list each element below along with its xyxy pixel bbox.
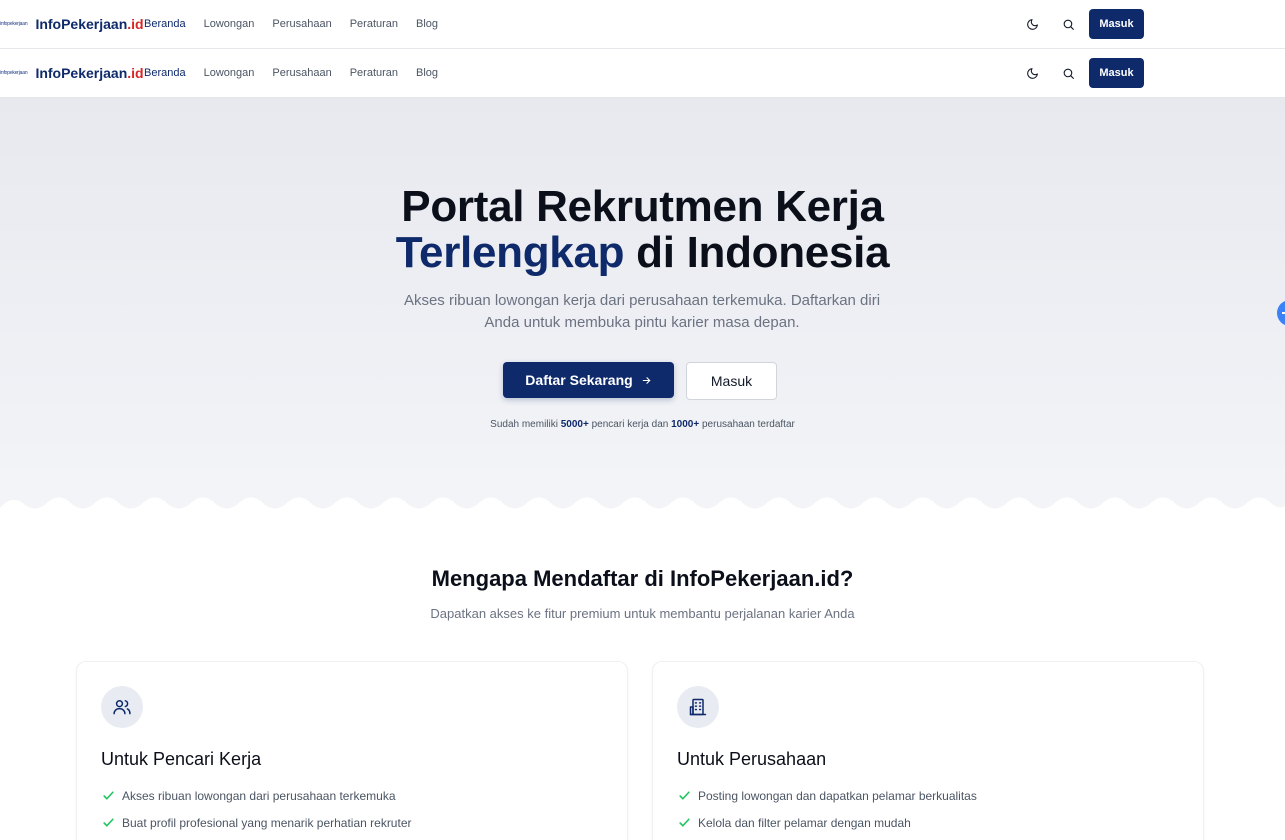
feature-card-job-seeker: Untuk Pencari Kerja Akses ribuan lowonga… — [76, 661, 628, 840]
logo-mark: infopekerjaan — [0, 21, 28, 27]
search-icon[interactable] — [1056, 12, 1080, 36]
list-item: Kelola dan filter pelamar dengan mudah — [677, 809, 977, 836]
hero-cta-group: Daftar Sekarang Masuk — [503, 362, 777, 400]
nav-link-lowongan[interactable]: Lowongan — [204, 67, 255, 79]
building-icon — [677, 686, 719, 728]
card-title: Untuk Pencari Kerja — [101, 749, 262, 769]
register-button[interactable]: Daftar Sekarang — [503, 362, 674, 398]
nav-links: Beranda Lowongan Perusahaan Peraturan Bl… — [144, 0, 438, 48]
nav-link-peraturan[interactable]: Peraturan — [350, 18, 398, 30]
navbar-sticky: infopekerjaan InfoPekerjaan.id Beranda L… — [0, 49, 1285, 98]
wave-divider — [0, 497, 1285, 520]
check-icon — [677, 789, 691, 803]
moon-icon[interactable] — [1020, 12, 1044, 36]
nav-link-beranda[interactable]: Beranda — [144, 67, 186, 79]
logo-mark: infopekerjaan — [0, 70, 28, 76]
logo-text: InfoPekerjaan.id — [35, 16, 144, 32]
hero-login-button[interactable]: Masuk — [686, 362, 777, 400]
nav-link-perusahaan[interactable]: Perusahaan — [272, 18, 331, 30]
feature-card-company: Untuk Perusahaan Posting lowongan dan da… — [652, 661, 1204, 840]
hero-section: Portal Rekrutmen Kerja Terlengkap di Ind… — [0, 98, 1285, 520]
logo[interactable]: infopekerjaan InfoPekerjaan.id — [0, 49, 144, 97]
card-title: Untuk Perusahaan — [677, 749, 827, 769]
nav-link-blog[interactable]: Blog — [416, 67, 438, 79]
search-icon[interactable] — [1056, 61, 1080, 85]
logo-text: InfoPekerjaan.id — [35, 65, 144, 81]
moon-icon[interactable] — [1020, 61, 1044, 85]
hero-stats: Sudah memiliki 5000+ pencari kerja dan 1… — [490, 419, 795, 430]
hero-title: Portal Rekrutmen Kerja Terlengkap di Ind… — [395, 182, 890, 277]
arrow-right-icon — [642, 376, 650, 384]
nav-link-blog[interactable]: Blog — [416, 18, 438, 30]
login-button[interactable]: Masuk — [1089, 9, 1144, 39]
company-count: 1000+ — [671, 419, 700, 430]
list-item: Buat profil profesional yang menarik per… — [101, 809, 412, 836]
hero-subtitle: Akses ribuan lowongan kerja dari perusah… — [403, 292, 881, 331]
seeker-count: 5000+ — [560, 419, 589, 430]
nav-link-lowongan[interactable]: Lowongan — [204, 18, 255, 30]
list-item: Posting lowongan dan dapatkan pelamar be… — [677, 782, 977, 809]
features-subtitle: Dapatkan akses ke fitur premium untuk me… — [430, 606, 855, 621]
nav-link-peraturan[interactable]: Peraturan — [350, 67, 398, 79]
nav-links: Beranda Lowongan Perusahaan Peraturan Bl… — [144, 49, 438, 97]
nav-actions: Masuk — [1020, 0, 1144, 48]
check-icon — [101, 816, 115, 830]
navbar: infopekerjaan InfoPekerjaan.id Beranda L… — [0, 0, 1285, 49]
feature-list: Akses ribuan lowongan dari perusahaan te… — [101, 782, 412, 836]
feature-list: Posting lowongan dan dapatkan pelamar be… — [677, 782, 977, 836]
logo[interactable]: infopekerjaan InfoPekerjaan.id — [0, 0, 144, 48]
nav-link-perusahaan[interactable]: Perusahaan — [272, 67, 331, 79]
features-title: Mengapa Mendaftar di InfoPekerjaan.id? — [431, 566, 854, 591]
side-widget-tab[interactable] — [1277, 300, 1285, 326]
login-button[interactable]: Masuk — [1089, 58, 1144, 88]
list-item: Akses ribuan lowongan dari perusahaan te… — [101, 782, 412, 809]
check-icon — [101, 789, 115, 803]
users-icon — [101, 686, 143, 728]
nav-link-beranda[interactable]: Beranda — [144, 18, 186, 30]
hero-title-highlight: Terlengkap — [395, 228, 625, 277]
nav-actions: Masuk — [1020, 49, 1144, 97]
check-icon — [677, 816, 691, 830]
